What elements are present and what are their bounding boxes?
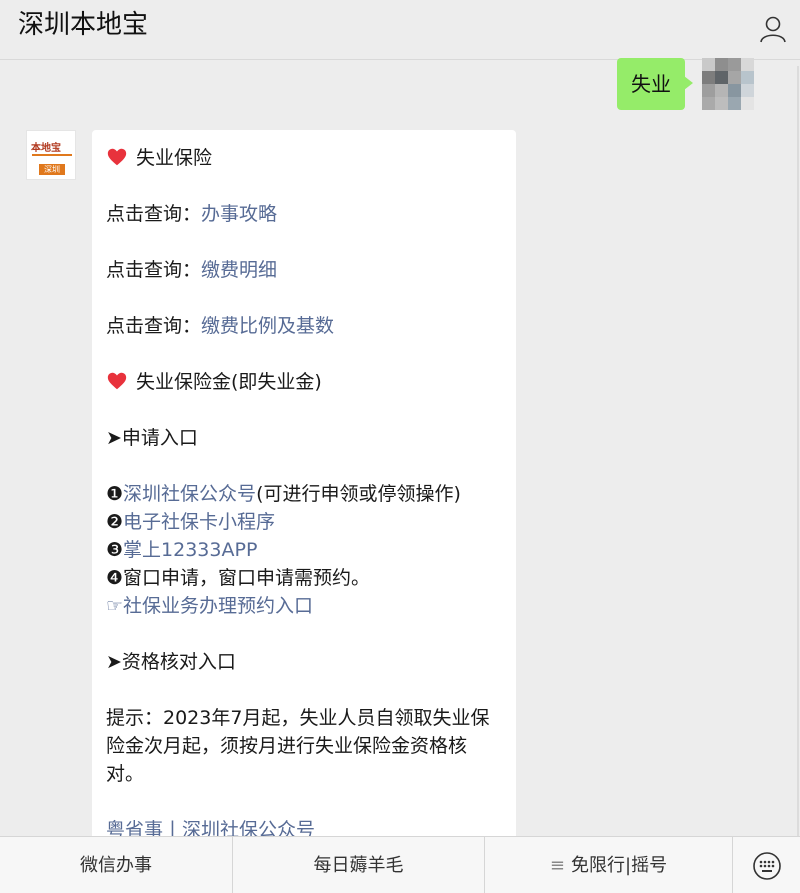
scrollbar[interactable] [797, 66, 799, 836]
menu-item-label: 免限行|摇号 [571, 855, 668, 876]
heading1-text: 失业保险 [136, 147, 213, 169]
bottom-menu: 微信办事 每日薅羊毛 ≡ 免限行|摇号 [0, 836, 800, 893]
apply-item-2: ❷电子社保卡小程序 [106, 508, 502, 536]
apply-item-3: ❸掌上12333APP [106, 536, 502, 564]
link-appointment[interactable]: 社保业务办理预约入口 [123, 595, 313, 617]
appointment-row: ☞社保业务办理预约入口 [106, 592, 502, 620]
heading2-text: 失业保险金(即失业金) [136, 371, 322, 393]
outgoing-message-bubble[interactable]: 失业 [617, 58, 693, 110]
chat-header: 深圳本地宝 [0, 0, 800, 60]
query-prefix: 点击查询： [106, 259, 202, 281]
query-prefix: 点击查询： [106, 203, 202, 225]
section-apply: ➤申请入口 [106, 427, 198, 449]
user-avatar[interactable] [702, 58, 754, 110]
query-row-2: 点击查询：缴费明细 [106, 256, 502, 284]
query-row-3: 点击查询：缴费比例及基数 [106, 312, 502, 340]
person-icon[interactable] [758, 14, 788, 44]
link-guide[interactable]: 办事攻略 [201, 203, 277, 225]
link-12333-app[interactable]: 掌上12333APP [123, 539, 257, 561]
marker: ❷ [106, 511, 124, 533]
menu-item-wechat-service[interactable]: 微信办事 [0, 837, 232, 893]
apply-note: 窗口申请，窗口申请需预约。 [123, 567, 371, 589]
link-payment-details[interactable]: 缴费明细 [201, 259, 277, 281]
heading-unemployment-benefit: 失业保险金(即失业金) [106, 368, 502, 396]
chat-title: 深圳本地宝 [18, 10, 149, 40]
logo-divider [32, 154, 72, 156]
keyboard-icon[interactable] [732, 837, 800, 893]
query-row-1: 点击查询：办事攻略 [106, 200, 502, 228]
link-payment-ratio[interactable]: 缴费比例及基数 [201, 315, 334, 337]
apply-note: (可进行申领或停领操作) [256, 483, 461, 505]
heart-icon [106, 146, 128, 168]
query-prefix: 点击查询： [106, 315, 202, 337]
menu-list-icon: ≡ [549, 855, 565, 876]
account-avatar[interactable]: 本地宝 深圳 [26, 130, 76, 180]
chat-window: 深圳本地宝 失业 本地宝 深圳 失业保险 点击查询：办事攻略 点击查询：缴费明细… [0, 0, 800, 893]
marker: ❸ [106, 539, 124, 561]
apply-item-4: ❹窗口申请，窗口申请需预约。 [106, 564, 502, 592]
apply-item-1: ❶深圳社保公众号(可进行申领或停领操作) [106, 480, 502, 508]
menu-item-traffic-lottery[interactable]: ≡ 免限行|摇号 [484, 837, 732, 893]
marker: ❶ [106, 483, 124, 505]
section-verify: ➤资格核对入口 [106, 651, 236, 673]
incoming-message-card: 失业保险 点击查询：办事攻略 点击查询：缴费明细 点击查询：缴费比例及基数 失业… [92, 130, 516, 850]
link-shenzhen-social-security[interactable]: 深圳社保公众号 [123, 483, 256, 505]
marker: ❹ [106, 567, 124, 589]
account-logo-text: 本地宝 [31, 143, 61, 154]
tip-text: 提示：2023年7月起，失业人员自领取失业保险金次月起，须按月进行失业保险金资格… [106, 707, 490, 785]
heart-icon [106, 370, 128, 392]
heading-unemployment-insurance: 失业保险 [106, 144, 502, 172]
account-logo-tag: 深圳 [39, 164, 65, 175]
menu-item-daily-deals[interactable]: 每日薅羊毛 [232, 837, 484, 893]
pointing-hand-icon: ☞ [106, 595, 124, 617]
link-e-social-card-miniprogram[interactable]: 电子社保卡小程序 [123, 511, 275, 533]
